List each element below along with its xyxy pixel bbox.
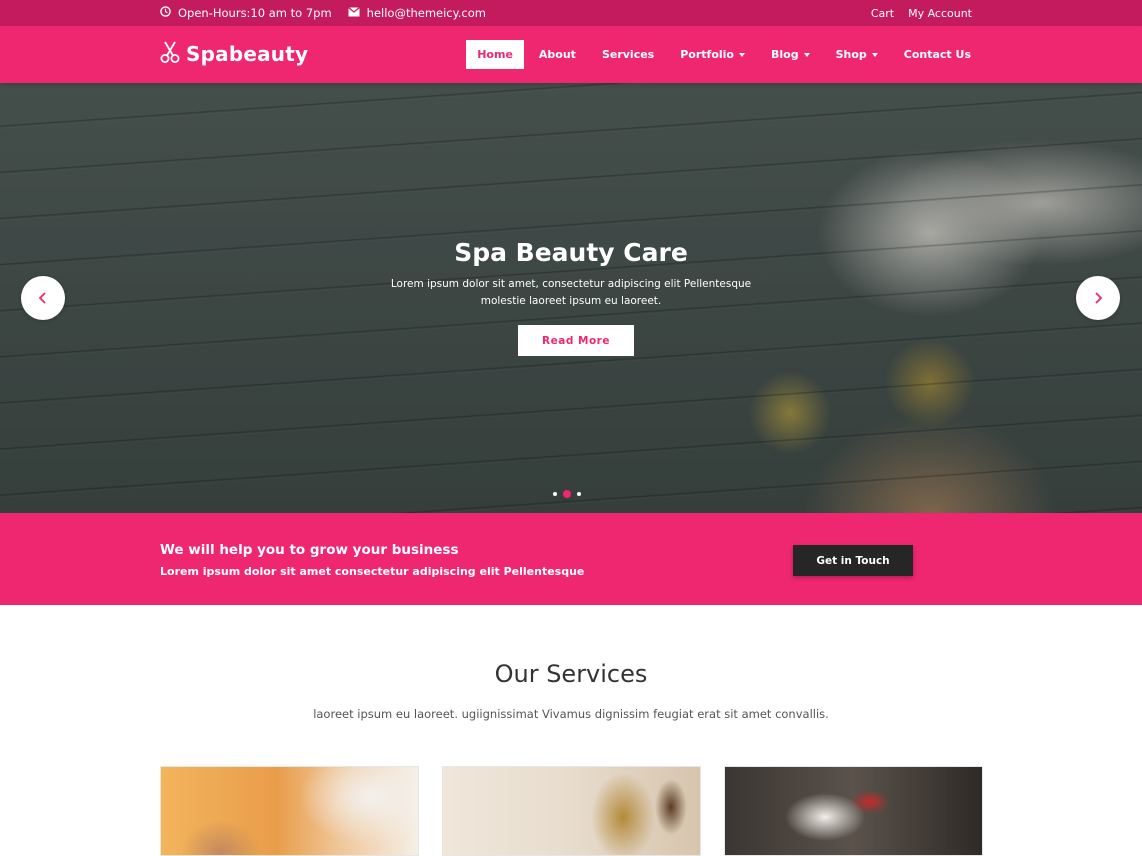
nav-shop-label: Shop — [835, 48, 867, 61]
slider-pagination — [553, 490, 581, 498]
caret-down-icon — [738, 53, 745, 57]
nav-shop[interactable]: Shop — [825, 40, 889, 69]
cta-title: We will help you to grow your business — [160, 542, 459, 558]
services-title: Our Services — [494, 660, 648, 688]
hero-slider: Spa Beauty Care Lorem ipsum dolor sit am… — [0, 83, 1142, 513]
read-more-button[interactable]: Read More — [518, 325, 634, 356]
main-header: Spabeauty Home About Services Portfolio … — [0, 26, 1142, 83]
nav-about-label: About — [538, 48, 576, 61]
hero-title: Spa Beauty Care — [454, 238, 688, 267]
hours-info: Open-Hours:10 am to 7pm — [160, 6, 332, 20]
nav-portfolio-label: Portfolio — [680, 48, 734, 61]
account-links: Cart My Account — [871, 0, 972, 26]
hero-text: Lorem ipsum dolor sit amet, consectetur … — [390, 278, 752, 307]
chevron-right-icon — [1093, 289, 1103, 308]
slider-prev-button[interactable] — [21, 276, 65, 320]
slider-next-button[interactable] — [1076, 276, 1120, 320]
caret-down-icon — [803, 53, 810, 57]
caret-down-icon — [871, 53, 878, 57]
envelope-icon — [347, 6, 360, 20]
nav-contact-us[interactable]: Contact Us — [893, 40, 982, 69]
email-info[interactable]: hello@themeicy.com — [347, 6, 486, 20]
slider-dot-1[interactable] — [553, 492, 557, 496]
my-account-link[interactable]: My Account — [908, 7, 972, 20]
cta-text: Lorem ipsum dolor sit amet consectetur a… — [160, 565, 585, 578]
hours-text: Open-Hours:10 am to 7pm — [178, 6, 332, 20]
service-card-image-1[interactable] — [160, 766, 419, 856]
nav-portfolio[interactable]: Portfolio — [669, 40, 756, 69]
nav-services[interactable]: Services — [591, 40, 665, 69]
slider-dot-2[interactable] — [563, 490, 571, 498]
nav-services-label: Services — [601, 48, 655, 61]
contact-info: Open-Hours:10 am to 7pm hello@themeicy.c… — [160, 0, 486, 26]
service-card-image-2[interactable] — [442, 766, 701, 856]
cart-link[interactable]: Cart — [871, 7, 894, 20]
main-nav: Home About Services Portfolio Blog Shop … — [466, 40, 982, 69]
clock-icon — [160, 6, 171, 20]
slider-dot-3[interactable] — [577, 492, 581, 496]
nav-home-label: Home — [477, 48, 513, 61]
email-text[interactable]: hello@themeicy.com — [367, 6, 486, 20]
site-logo[interactable]: Spabeauty — [160, 40, 308, 68]
cta-band: We will help you to grow your business L… — [0, 513, 1142, 605]
nav-about[interactable]: About — [528, 40, 587, 69]
top-bar: Open-Hours:10 am to 7pm hello@themeicy.c… — [0, 0, 1142, 26]
service-card-image-3[interactable] — [724, 766, 983, 856]
nav-contact-us-label: Contact Us — [903, 48, 971, 61]
nav-blog-label: Blog — [770, 48, 799, 61]
nav-home[interactable]: Home — [466, 40, 524, 69]
chevron-left-icon — [38, 289, 48, 308]
scissors-icon — [160, 40, 180, 68]
nav-blog[interactable]: Blog — [760, 40, 821, 69]
logo-text: Spabeauty — [186, 42, 309, 66]
services-subtitle: laoreet ipsum eu laoreet. ugiignissimat … — [313, 707, 829, 721]
get-in-touch-button[interactable]: Get in Touch — [793, 545, 913, 576]
